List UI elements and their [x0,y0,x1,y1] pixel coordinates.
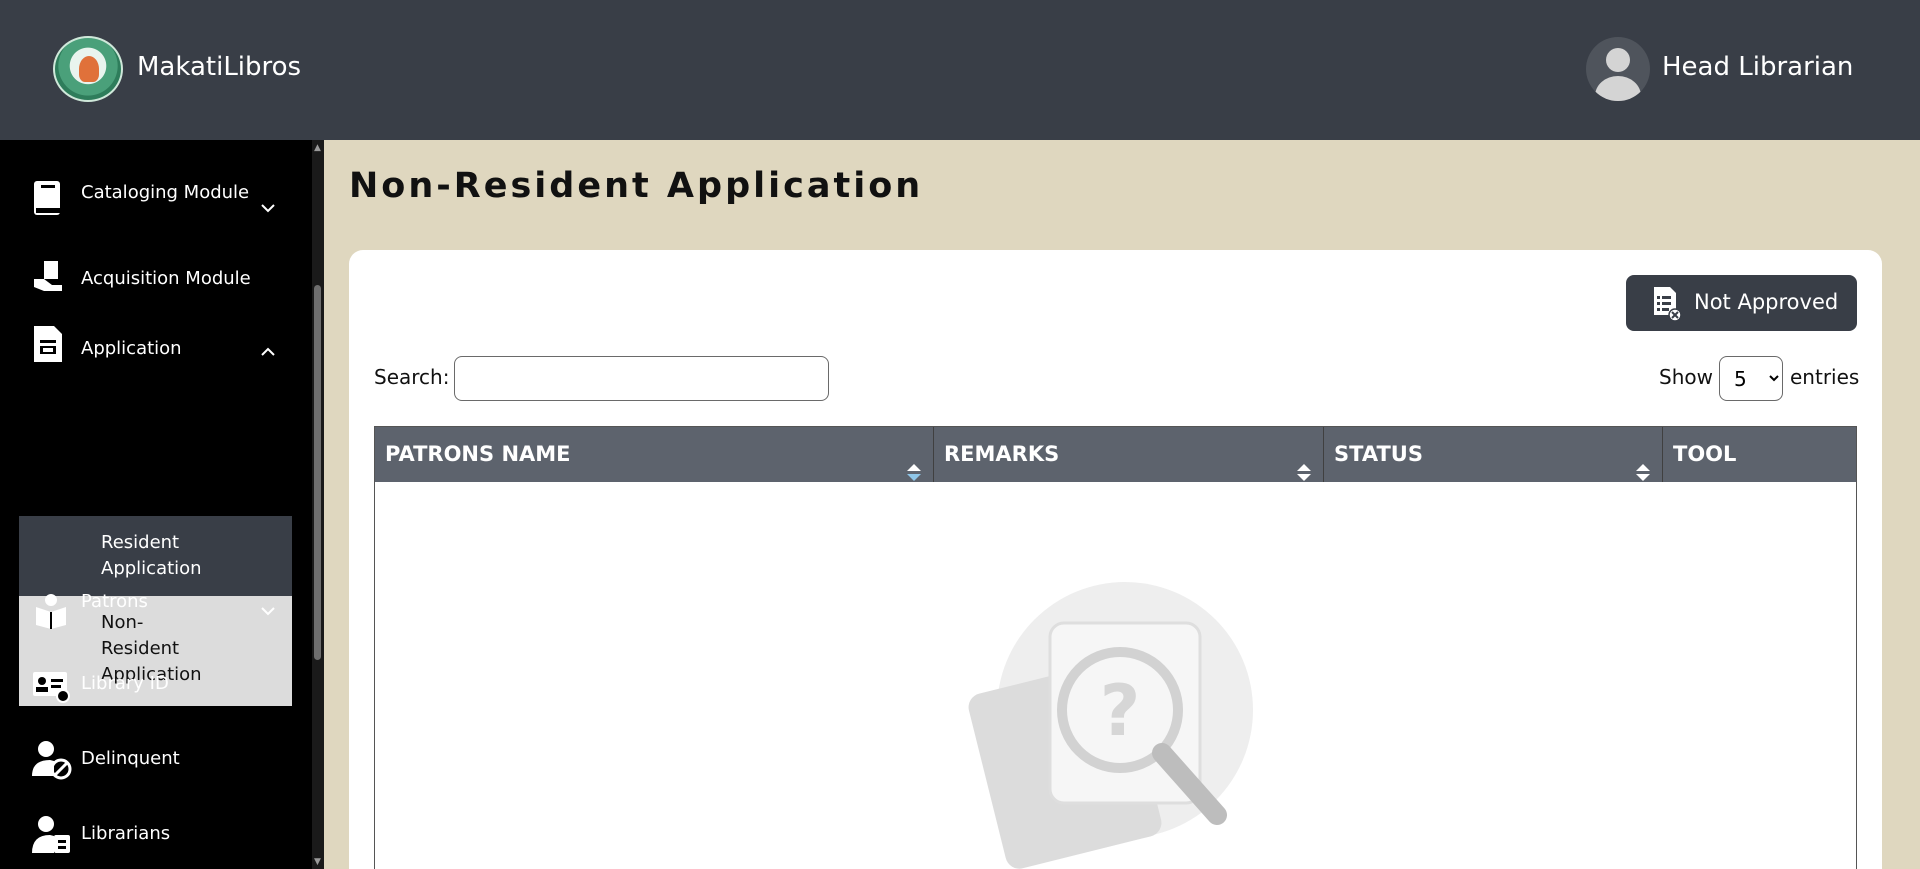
sidebar-subitem-label: Resident Application [101,532,202,579]
no-data-illustration: ? [965,575,1265,869]
column-header-label: TOOL [1673,442,1737,466]
column-header-remarks[interactable]: REMARKS [934,427,1324,482]
search-input[interactable] [454,356,829,401]
page-title: Non-Resident Application [349,166,924,206]
not-approved-label: Not Approved [1694,290,1839,314]
librarians-icon [32,815,70,855]
sidebar-item-librarians[interactable]: Librarians [0,815,312,865]
chevron-down-icon[interactable] [260,603,276,619]
patrons-icon [32,593,68,633]
column-header-label: REMARKS [944,442,1060,466]
sidebar-item-cataloging[interactable]: Cataloging Module [0,160,312,240]
search-label: Search: [374,365,450,389]
column-header-status[interactable]: STATUS [1324,427,1663,482]
not-approved-button[interactable]: Not Approved [1626,275,1857,331]
column-header-patrons-name[interactable]: PATRONS NAME [375,427,934,482]
sidebar-item-label: Application [81,338,182,359]
chevron-down-icon[interactable] [260,200,276,216]
entries-label: entries [1790,365,1860,389]
scroll-down-icon[interactable]: ▼ [314,857,321,867]
library-logo [53,36,123,102]
entries-select[interactable]: 5 [1719,356,1783,401]
sidebar-item-application[interactable]: Application [0,320,312,380]
sidebar-item-label: Delinquent [81,748,180,769]
delinquent-icon [32,740,72,780]
sidebar-item-acquisition[interactable]: Acquisition Module [0,250,312,310]
id-card-icon [32,669,70,709]
sidebar-item-delinquent[interactable]: Delinquent [0,740,312,790]
top-bar: MakatiLibros Head Librarian [0,0,1920,140]
column-header-label: PATRONS NAME [385,442,571,466]
sidebar-item-label: Cataloging Module [81,182,250,203]
sort-icon[interactable] [1297,447,1311,481]
sidebar-item-library-id[interactable]: Library ID [0,665,312,715]
brand-name: MakatiLibros [137,52,302,82]
sidebar-item-patrons[interactable]: Patrons [0,585,312,645]
chevron-up-icon[interactable] [260,344,276,360]
sort-icon[interactable] [907,447,921,481]
sidebar-scrollbar[interactable]: ▲ ▼ [312,140,324,869]
sort-icon[interactable] [1636,447,1650,481]
sidebar-item-label: Patrons [81,591,148,612]
column-header-label: STATUS [1334,442,1423,466]
avatar-icon[interactable] [1586,37,1650,101]
show-label: Show [1659,365,1713,389]
book-icon [32,180,68,220]
table-header: PATRONS NAME REMARKS STATUS TOOL [375,427,1856,482]
user-role[interactable]: Head Librarian [1662,52,1853,82]
svg-text:?: ? [1100,670,1141,752]
rejected-list-icon [1652,286,1682,322]
acquisition-icon [32,259,68,299]
sidebar-item-label: Library ID [81,673,169,694]
sidebar-scroll-thumb[interactable] [314,285,321,660]
column-header-tool: TOOL [1663,427,1856,482]
document-icon [32,324,68,364]
sidebar-item-label: Librarians [81,823,171,844]
sidebar-item-label: Acquisition Module [81,268,251,289]
scroll-up-icon[interactable]: ▲ [314,143,321,153]
